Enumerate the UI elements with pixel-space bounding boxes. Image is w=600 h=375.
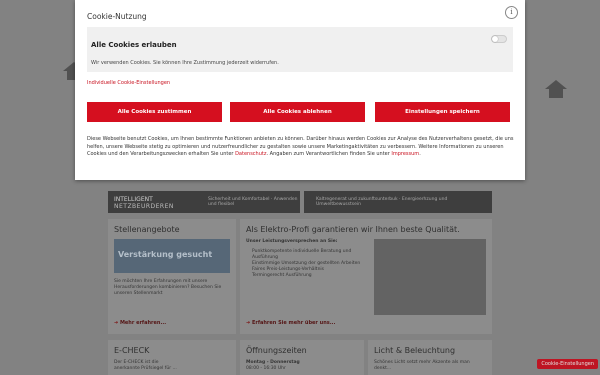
datenschutz-link[interactable]: Datenschutz (235, 151, 266, 157)
info-icon[interactable]: i (505, 6, 518, 19)
cookie-notice: Diese Webseite benutzt Cookies, um Ihnen… (87, 136, 515, 159)
modal-title: Cookie-Nutzung (87, 12, 147, 21)
reject-all-button[interactable]: Alle Cookies ablehnen (230, 102, 365, 122)
individual-settings-link[interactable]: Individuelle Cookie-Einstellungen (87, 80, 170, 86)
accept-all-button[interactable]: Alle Cookies zustimmen (87, 102, 222, 122)
notice-text: . (419, 151, 421, 157)
allow-all-toggle[interactable] (491, 35, 507, 43)
toggle-knob (492, 36, 498, 42)
impressum-link[interactable]: Impressum (391, 151, 419, 157)
section-title: Alle Cookies erlauben (91, 41, 177, 49)
save-settings-button[interactable]: Einstellungen speichern (375, 102, 510, 122)
notice-text: . Angaben zum Verantwortlichen finden Si… (266, 151, 392, 157)
cookie-modal: Cookie-Nutzung i Alle Cookies erlauben W… (75, 0, 525, 180)
section-text: Wir verwenden Cookies. Sie können Ihre Z… (91, 60, 279, 66)
allow-all-section: Alle Cookies erlauben Wir verwenden Cook… (87, 27, 513, 72)
